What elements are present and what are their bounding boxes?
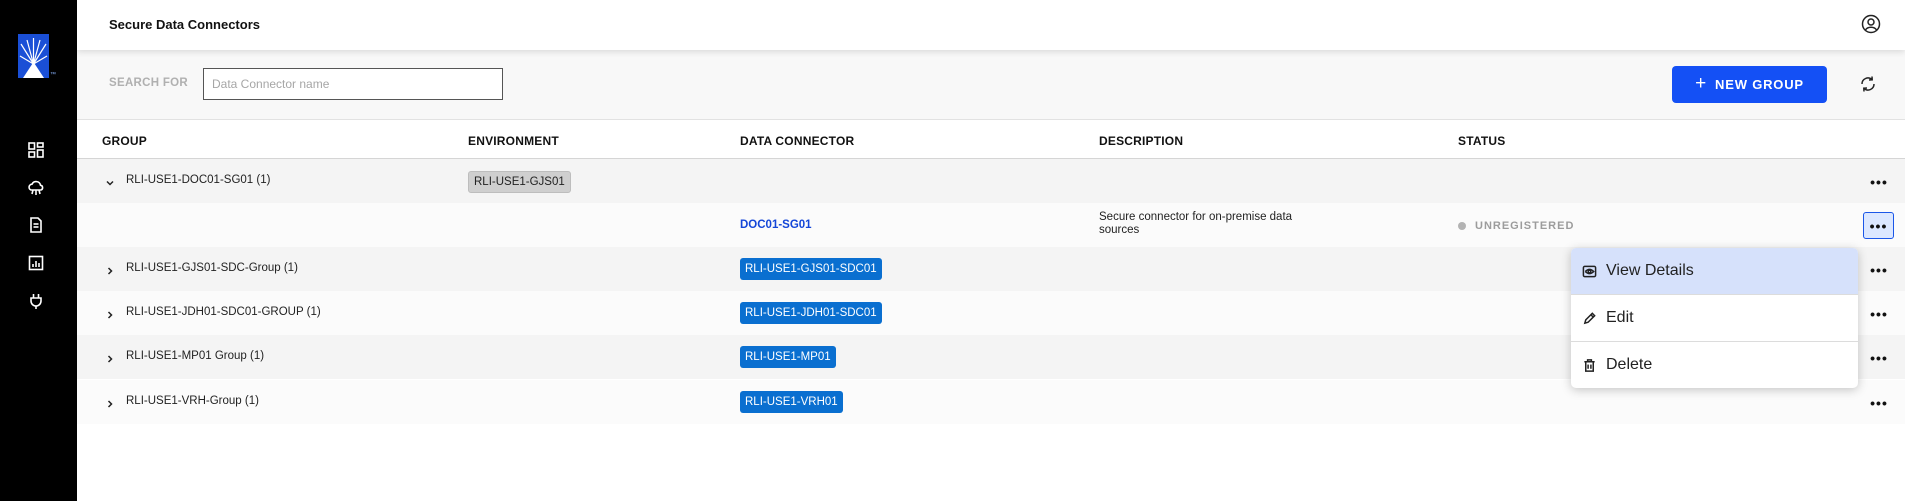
more-options-button[interactable]: ••• [1863, 212, 1894, 239]
sidebar: ™ [0, 0, 77, 501]
column-description[interactable]: DESCRIPTION [1099, 134, 1183, 148]
search-label: SEARCH FOR [109, 77, 189, 89]
group-name: RLI-USE1-GJS01-SDC-Group (1) [126, 262, 298, 274]
status-badge: UNREGISTERED [1458, 220, 1574, 232]
group-name: RLI-USE1-VRH-Group (1) [126, 395, 259, 407]
chevron-right-icon[interactable] [105, 351, 115, 363]
refresh-icon[interactable] [1858, 74, 1878, 94]
group-name: RLI-USE1-MP01 Group (1) [126, 350, 265, 362]
new-group-label: NEW GROUP [1715, 77, 1804, 92]
menu-item-label: View Details [1606, 262, 1694, 279]
menu-item-label: Edit [1606, 309, 1634, 326]
report-icon[interactable] [26, 253, 46, 273]
trash-icon [1584, 358, 1595, 372]
eye-icon [1582, 265, 1597, 277]
new-group-button[interactable]: + NEW GROUP [1672, 66, 1827, 103]
menu-item-view-details[interactable]: View Details [1571, 248, 1858, 294]
group-name: RLI-USE1-JDH01-SDC01-GROUP (1) [126, 306, 321, 318]
table-row[interactable]: RLI-USE1-DOC01-SG01 (1) RLI-USE1-GJS01 •… [77, 159, 1905, 203]
group-name: RLI-USE1-DOC01-SG01 (1) [126, 174, 271, 186]
data-connector-tag[interactable]: RLI-USE1-VRH01 [740, 391, 843, 413]
menu-item-edit[interactable]: Edit [1571, 295, 1858, 341]
more-options-button[interactable]: ••• [1866, 304, 1892, 324]
pencil-icon [1583, 311, 1596, 324]
chevron-right-icon[interactable] [105, 396, 115, 408]
data-connector-tag[interactable]: RLI-USE1-MP01 [740, 346, 836, 368]
column-data-connector[interactable]: DATA CONNECTOR [740, 134, 854, 148]
document-icon[interactable] [26, 215, 46, 235]
table-row[interactable]: DOC01-SG01 Secure connector for on-premi… [77, 203, 1905, 247]
menu-item-label: Delete [1606, 356, 1653, 373]
trademark: ™ [50, 72, 56, 78]
cloud-network-icon[interactable] [26, 178, 46, 198]
user-profile-icon[interactable] [1861, 14, 1881, 34]
description: Secure connector for on-premise data sou… [1099, 211, 1293, 236]
row-actions-menu: View Details Edit Delete [1571, 248, 1858, 388]
table-header: GROUP ENVIRONMENT DATA CONNECTOR DESCRIP… [77, 121, 1905, 159]
page-title: Secure Data Connectors [109, 17, 260, 32]
search-toolbar: SEARCH FOR + NEW GROUP [77, 50, 1905, 120]
plus-icon: + [1695, 73, 1708, 94]
chevron-right-icon[interactable] [105, 307, 115, 319]
column-group[interactable]: GROUP [102, 134, 147, 148]
plug-icon[interactable] [26, 291, 46, 311]
data-connector-tag[interactable]: RLI-USE1-GJS01-SDC01 [740, 258, 882, 280]
top-header: Secure Data Connectors [77, 0, 1905, 50]
menu-item-delete[interactable]: Delete [1571, 342, 1858, 388]
more-options-button[interactable]: ••• [1866, 393, 1892, 413]
chevron-down-icon[interactable] [105, 175, 115, 186]
dashboard-icon[interactable] [26, 140, 46, 160]
column-status[interactable]: STATUS [1458, 134, 1505, 148]
more-options-button[interactable]: ••• [1866, 348, 1892, 368]
search-input[interactable] [203, 68, 503, 100]
column-environment[interactable]: ENVIRONMENT [468, 134, 559, 148]
more-options-button[interactable]: ••• [1866, 260, 1892, 280]
company-logo[interactable] [18, 34, 49, 78]
more-options-button[interactable]: ••• [1866, 172, 1892, 192]
data-connector-link[interactable]: DOC01-SG01 [740, 219, 812, 231]
data-connector-tag[interactable]: RLI-USE1-JDH01-SDC01 [740, 302, 882, 324]
chevron-right-icon[interactable] [105, 263, 115, 275]
status-text: UNREGISTERED [1475, 220, 1575, 232]
status-dot-icon [1458, 222, 1466, 230]
environment-tag: RLI-USE1-GJS01 [468, 171, 571, 193]
